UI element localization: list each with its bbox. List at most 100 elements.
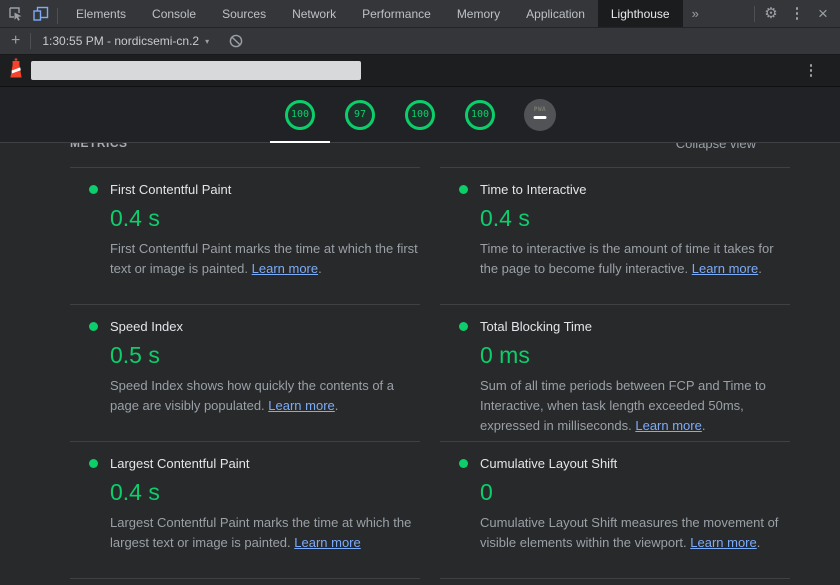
score-gauge-3[interactable]: 100 (404, 99, 436, 131)
close-glyph: × (818, 5, 828, 22)
report-menu-icon[interactable] (798, 58, 824, 84)
metric-card-cumulative-layout-shift: Cumulative Layout Shift 0 Cumulative Lay… (440, 441, 790, 578)
metric-title: Largest Contentful Paint (110, 456, 249, 471)
pass-dot-icon (89, 322, 98, 331)
metric-title: First Contentful Paint (110, 182, 231, 197)
metric-value: 0.4 s (480, 205, 790, 232)
pass-dot-icon (459, 322, 468, 331)
next-metric-card-clipped (440, 578, 790, 584)
metric-value: 0.4 s (110, 205, 420, 232)
tab-console[interactable]: Console (139, 0, 209, 27)
chevron-down-icon: ▾ (205, 37, 209, 46)
gauge-score-value: 100 (284, 99, 316, 131)
metric-description: First Contentful Paint marks the time at… (110, 239, 420, 279)
pwa-badge[interactable]: PWA (524, 99, 556, 131)
metric-card-first-contentful-paint: First Contentful Paint 0.4 s First Conte… (70, 167, 420, 304)
metric-description: Speed Index shows how quickly the conten… (110, 376, 420, 416)
metric-value: 0 (480, 479, 790, 506)
metric-description: Cumulative Layout Shift measures the mov… (480, 513, 790, 553)
metric-description-suffix: . (702, 418, 706, 433)
metric-description-suffix: . (318, 261, 322, 276)
score-gauge-1[interactable]: 100 (284, 99, 316, 131)
toolbar-separator (30, 33, 31, 49)
gear-glyph: ⚙ (764, 6, 777, 21)
tab-sources[interactable]: Sources (209, 0, 279, 27)
tab-elements[interactable]: Elements (63, 0, 139, 27)
devtools-window: Elements Console Sources Network Perform… (0, 0, 840, 585)
metric-value: 0.4 s (110, 479, 420, 506)
metric-title: Time to Interactive (480, 182, 586, 197)
metric-value: 0.5 s (110, 342, 420, 369)
lighthouse-logo-icon (8, 58, 24, 83)
devtools-menu-icon[interactable] (784, 1, 810, 27)
tab-memory[interactable]: Memory (444, 0, 513, 27)
next-metric-card-clipped (70, 578, 420, 584)
metric-description: Largest Contentful Paint marks the time … (110, 513, 420, 553)
tabbar-right-icons: ⚙ × (751, 0, 840, 27)
gauge-score-value: 97 (344, 99, 376, 131)
gauge-score-value: 100 (404, 99, 436, 131)
three-dots-glyph (810, 64, 813, 77)
metric-description-suffix: . (335, 398, 339, 413)
new-report-button[interactable]: + (4, 32, 27, 50)
learn-more-link[interactable]: Learn more (635, 418, 701, 433)
metric-value: 0 ms (480, 342, 790, 369)
metric-card-speed-index: Speed Index 0.5 s Speed Index shows how … (70, 304, 420, 441)
metric-title: Speed Index (110, 319, 183, 334)
learn-more-link[interactable]: Learn more (268, 398, 334, 413)
inspect-element-icon[interactable] (2, 1, 28, 27)
selected-category-indicator (270, 141, 330, 143)
toolbar-separator (57, 8, 58, 24)
metric-description-suffix: . (757, 535, 761, 550)
pass-dot-icon (459, 459, 468, 468)
metric-description-text: Speed Index shows how quickly the conten… (110, 378, 394, 413)
tab-lighthouse[interactable]: Lighthouse (598, 0, 683, 27)
score-gauges-header: 100 97 100 100 PWA (0, 87, 840, 143)
gauge-score-value: 100 (464, 99, 496, 131)
report-url-redacted-box (31, 61, 361, 80)
tab-performance[interactable]: Performance (349, 0, 444, 27)
clear-reports-icon[interactable] (223, 28, 249, 54)
learn-more-link[interactable]: Learn more (692, 261, 758, 276)
pass-dot-icon (459, 185, 468, 194)
toolbar-separator (754, 6, 755, 22)
more-tabs-icon[interactable]: » (683, 0, 708, 27)
devtools-tabbar: Elements Console Sources Network Perform… (0, 0, 840, 28)
metric-title: Total Blocking Time (480, 319, 592, 334)
metric-card-total-blocking-time: Total Blocking Time 0 ms Sum of all time… (440, 304, 790, 441)
score-gauge-4[interactable]: 100 (464, 99, 496, 131)
metric-description: Time to interactive is the amount of tim… (480, 239, 790, 279)
metric-description: Sum of all time periods between FCP and … (480, 376, 790, 436)
pwa-badge-label: PWA (524, 106, 556, 113)
metric-description-text: Largest Contentful Paint marks the time … (110, 515, 411, 550)
report-run-selector[interactable]: 1:30:55 PM - nordicsemi-cn.2 ▾ (34, 34, 217, 48)
metrics-section-title: METRICS (70, 143, 128, 150)
report-tools (798, 58, 832, 84)
run-selector-label: 1:30:55 PM - nordicsemi-cn.2 (42, 34, 199, 48)
metric-description-text: Sum of all time periods between FCP and … (480, 378, 766, 433)
learn-more-link[interactable]: Learn more (294, 535, 360, 550)
tab-application[interactable]: Application (513, 0, 598, 27)
tabbar-left-icons (0, 0, 63, 27)
score-gauge-2[interactable]: 97 (344, 99, 376, 131)
metrics-grid: First Contentful Paint 0.4 s First Conte… (70, 167, 770, 584)
metric-title: Cumulative Layout Shift (480, 456, 617, 471)
device-toolbar-icon[interactable] (28, 1, 54, 27)
learn-more-link[interactable]: Learn more (252, 261, 318, 276)
metrics-section-header: METRICS Collapse view (70, 143, 770, 153)
settings-gear-icon[interactable]: ⚙ (758, 1, 784, 27)
lighthouse-runs-toolbar: + 1:30:55 PM - nordicsemi-cn.2 ▾ (0, 28, 840, 55)
pass-dot-icon (89, 185, 98, 194)
close-devtools-icon[interactable]: × (810, 1, 836, 27)
report-content: METRICS Collapse view First Contentful P… (0, 143, 840, 584)
metric-card-time-to-interactive: Time to Interactive 0.4 s Time to intera… (440, 167, 790, 304)
pwa-dash-icon (534, 116, 547, 120)
pass-dot-icon (89, 459, 98, 468)
metric-description-suffix: . (758, 261, 762, 276)
tab-network[interactable]: Network (279, 0, 349, 27)
three-dots-glyph (796, 7, 799, 20)
report-header-bar (0, 55, 840, 87)
collapse-view-button[interactable]: Collapse view (676, 143, 756, 151)
learn-more-link[interactable]: Learn more (690, 535, 756, 550)
metric-card-largest-contentful-paint: Largest Contentful Paint 0.4 s Largest C… (70, 441, 420, 578)
